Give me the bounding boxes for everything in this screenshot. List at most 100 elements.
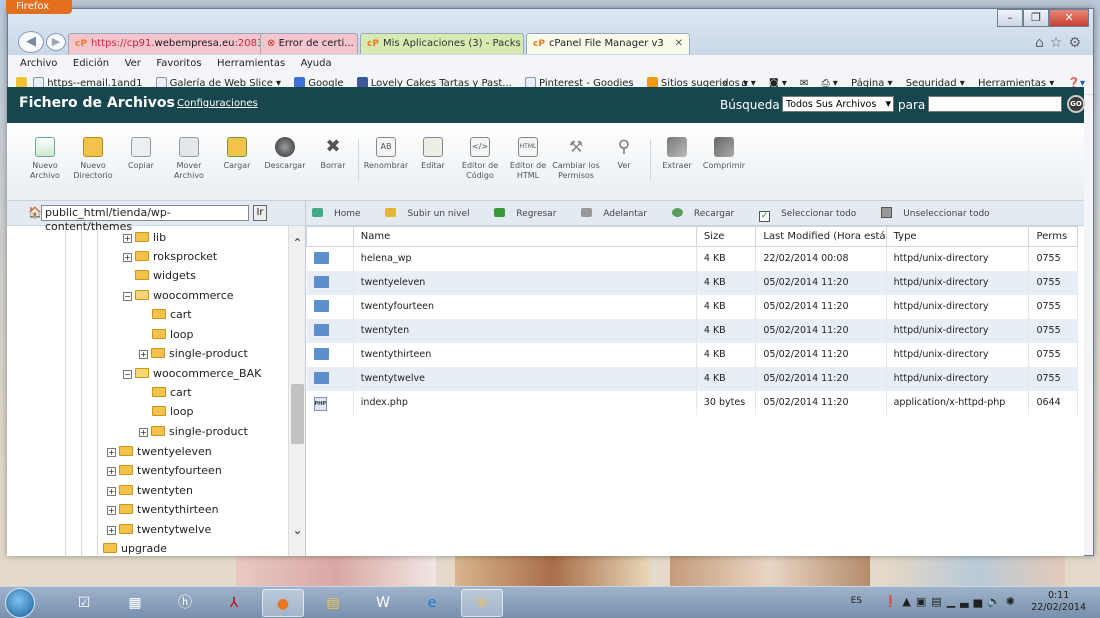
firefox-menu-button[interactable]: Firefox: [6, 0, 72, 14]
tree-item[interactable]: + twentyeleven: [107, 445, 212, 459]
move-file-button[interactable]: Mover Archivo: [164, 137, 214, 180]
tab-certificate-error[interactable]: ⊗ Error de certi... ↻: [260, 33, 358, 54]
table-row[interactable]: twentyeleven 4 KB 05/02/2014 11:20 httpd…: [306, 270, 1078, 295]
up-level-button[interactable]: Subir un nivel: [385, 208, 480, 219]
edit-button[interactable]: Editar: [408, 137, 458, 171]
taskbar-firefox-icon[interactable]: ●: [262, 589, 304, 617]
taskbar-word-icon[interactable]: W: [362, 589, 404, 617]
change-permissions-button[interactable]: ⚒ Cambiar los Permisos: [551, 137, 601, 180]
forward-nav-button[interactable]: Adelantar: [581, 208, 658, 219]
expand-icon[interactable]: +: [107, 526, 116, 535]
scroll-thumb[interactable]: [291, 384, 304, 444]
file-perms[interactable]: 0755: [1028, 318, 1078, 343]
size-column-header[interactable]: Size: [695, 226, 757, 247]
menu-herramientas[interactable]: Herramientas: [217, 58, 285, 69]
expand-icon[interactable]: +: [107, 448, 116, 457]
tree-item[interactable]: − woocommerce: [123, 289, 234, 303]
tree-item[interactable]: + twentythirteen: [107, 503, 219, 517]
search-scope-select[interactable]: Todos Sus Archivos: [782, 96, 894, 112]
collapse-icon[interactable]: −: [123, 370, 132, 379]
unselect-all-button[interactable]: Unseleccionar todo: [881, 207, 1001, 219]
network-icon[interactable]: ✺: [1006, 595, 1020, 608]
expand-icon[interactable]: +: [107, 506, 116, 515]
home-nav-button[interactable]: Home: [312, 208, 372, 219]
search-input[interactable]: [928, 96, 1062, 112]
scroll-down-icon[interactable]: ⌄: [289, 523, 305, 537]
tree-item[interactable]: upgrade: [103, 542, 167, 556]
file-perms[interactable]: 0755: [1028, 366, 1078, 391]
tray-up-icon[interactable]: ▲: [902, 595, 915, 608]
table-row[interactable]: PHP index.php 30 bytes 05/02/2014 11:20 …: [306, 390, 1078, 415]
file-name[interactable]: twentytwelve: [353, 366, 697, 391]
gear-icon[interactable]: ⚙: [1068, 35, 1087, 51]
file-perms[interactable]: 0755: [1028, 270, 1078, 295]
start-button[interactable]: [5, 588, 35, 618]
compress-button[interactable]: Comprimir: [699, 137, 749, 171]
expand-icon[interactable]: +: [139, 428, 148, 437]
table-row[interactable]: twentythirteen 4 KB 05/02/2014 11:20 htt…: [306, 342, 1078, 367]
file-perms[interactable]: 0755: [1028, 246, 1078, 271]
volume-icon[interactable]: 🔈: [987, 595, 1006, 608]
file-name[interactable]: twentyten: [353, 318, 697, 343]
close-tab-icon[interactable]: ✕: [675, 34, 683, 54]
tab-cpanel-file-manager[interactable]: cP cPanel File Manager v3 ✕: [526, 33, 690, 54]
scroll-up-icon[interactable]: ⌃: [289, 236, 305, 250]
new-folder-button[interactable]: Nuevo Directorio: [68, 137, 118, 180]
tree-item[interactable]: + single-product: [139, 347, 248, 361]
perms-column-header[interactable]: Perms: [1028, 226, 1078, 247]
collapse-icon[interactable]: −: [123, 292, 132, 301]
tree-item[interactable]: + twentytwelve: [107, 523, 211, 537]
file-name[interactable]: twentyfourteen: [353, 294, 697, 319]
home-icon[interactable]: ⌂: [1035, 35, 1050, 51]
file-name[interactable]: twentythirteen: [353, 342, 697, 367]
table-row[interactable]: twentytwelve 4 KB 05/02/2014 11:20 httpd…: [306, 366, 1078, 391]
taskbar-pdf-icon[interactable]: ⅄: [213, 589, 255, 617]
signal-icon[interactable]: ▁▃▅: [947, 595, 987, 608]
taskbar-shield-icon[interactable]: ⛨: [461, 589, 503, 617]
taskbar-hp-icon[interactable]: ⓗ: [164, 589, 206, 617]
taskbar-app-icon[interactable]: ☑: [63, 589, 105, 617]
taskbar-explorer-icon[interactable]: ▤: [312, 589, 354, 617]
star-icon[interactable]: ☆: [1050, 35, 1069, 51]
menu-ver[interactable]: Ver: [125, 58, 141, 69]
table-row[interactable]: twentyfourteen 4 KB 05/02/2014 11:20 htt…: [306, 294, 1078, 319]
tree-item[interactable]: cart: [152, 386, 192, 400]
tray-app-icon[interactable]: ▣: [916, 595, 931, 608]
file-name[interactable]: helena_wp: [353, 246, 697, 271]
delete-button[interactable]: ✖ Borrar: [308, 137, 358, 171]
expand-icon[interactable]: +: [107, 467, 116, 476]
forward-button[interactable]: ▶: [46, 33, 66, 51]
alert-icon[interactable]: ❗: [884, 595, 903, 608]
html-editor-button[interactable]: HTML Editor de HTML: [503, 137, 553, 180]
tree-scrollbar[interactable]: ⌃ ⌄: [288, 226, 305, 556]
menu-edicion[interactable]: Edición: [73, 58, 109, 69]
tree-item[interactable]: loop: [152, 328, 194, 342]
taskbar-ie-icon[interactable]: e: [411, 589, 453, 617]
tree-item[interactable]: loop: [152, 405, 194, 419]
close-window-button[interactable]: ✕: [1049, 9, 1089, 27]
file-perms[interactable]: 0755: [1028, 342, 1078, 367]
home-directory-icon[interactable]: 🏠: [28, 206, 42, 219]
upload-button[interactable]: Cargar: [212, 137, 262, 171]
menu-archivo[interactable]: Archivo: [20, 58, 57, 69]
new-file-button[interactable]: Nuevo Archivo: [20, 137, 70, 180]
settings-link[interactable]: Configuraciones: [177, 98, 258, 109]
name-column-header[interactable]: Name: [352, 226, 697, 247]
expand-icon[interactable]: +: [123, 234, 132, 243]
menu-favoritos[interactable]: Favoritos: [156, 58, 201, 69]
file-perms[interactable]: 0755: [1028, 294, 1078, 319]
code-editor-button[interactable]: </> Editor de Código: [455, 137, 505, 180]
rename-button[interactable]: AB Renombrar: [361, 137, 411, 171]
go-button[interactable]: GO: [1067, 95, 1085, 113]
path-go-button[interactable]: Ir: [253, 205, 267, 221]
tree-item[interactable]: + single-product: [139, 425, 248, 439]
select-all-button[interactable]: ✓ Seleccionar todo: [759, 209, 867, 222]
tree-item[interactable]: + twentyten: [107, 484, 193, 498]
tray-app-icon[interactable]: ▤: [931, 595, 946, 608]
language-indicator[interactable]: ES: [851, 596, 862, 606]
table-row[interactable]: twentyten 4 KB 05/02/2014 11:20 httpd/un…: [306, 318, 1078, 343]
file-name[interactable]: twentyeleven: [353, 270, 697, 295]
modified-column-header[interactable]: Last Modified (Hora está: [755, 226, 887, 247]
tree-item[interactable]: − woocommerce_BAK: [123, 367, 261, 381]
clock[interactable]: 0:11 22/02/2014: [1031, 590, 1086, 614]
